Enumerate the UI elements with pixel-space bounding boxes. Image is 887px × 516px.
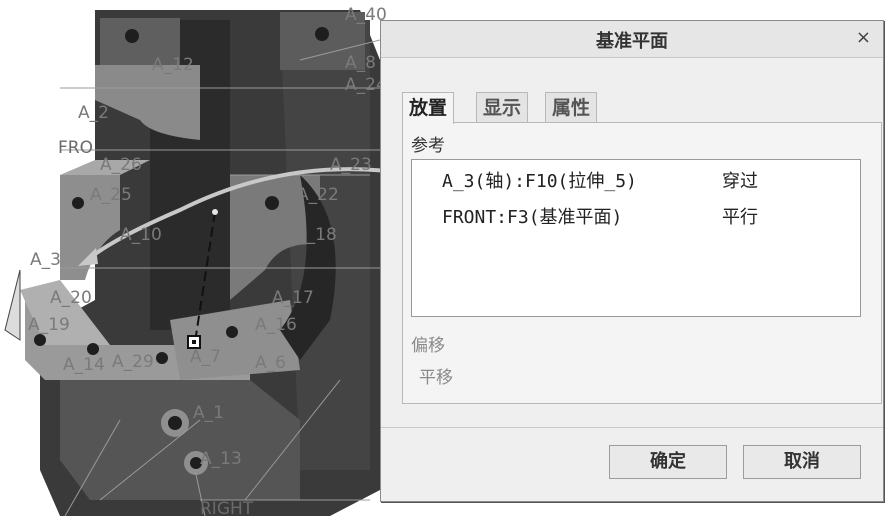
datum-label[interactable]: A_20 bbox=[50, 288, 92, 308]
datum-label[interactable]: RIGHT bbox=[200, 499, 254, 516]
datum-label[interactable]: A_13 bbox=[200, 449, 242, 469]
tab-properties[interactable]: 属性 bbox=[545, 92, 598, 123]
datum-label[interactable]: A_19 bbox=[28, 315, 70, 335]
datum-label[interactable]: A_8 bbox=[345, 53, 376, 73]
datum-plane-dialog: 基准平面 × 放置 显示 属性 参考 A_3(轴):F10(拉伸_5) 穿过 F… bbox=[380, 20, 884, 502]
references-label: 参考 bbox=[411, 136, 445, 156]
datum-label[interactable]: A_12 bbox=[152, 55, 194, 75]
datum-label[interactable]: A_22 bbox=[297, 185, 339, 205]
offset-translation-field[interactable]: 平移 bbox=[419, 363, 453, 388]
ok-button[interactable]: 确定 bbox=[609, 445, 727, 479]
dialog-title: 基准平面 bbox=[596, 31, 668, 52]
datum-label[interactable]: A_25 bbox=[90, 185, 132, 205]
datum-label[interactable]: A_23 bbox=[330, 155, 372, 175]
references-list[interactable]: A_3(轴):F10(拉伸_5) 穿过 FRONT:F3(基准平面) 平行 bbox=[411, 159, 861, 317]
datum-label[interactable]: A_6 bbox=[255, 353, 286, 373]
datum-label[interactable]: A_7 bbox=[190, 347, 221, 367]
dialog-titlebar[interactable]: 基准平面 × bbox=[381, 21, 883, 58]
reference-row[interactable]: FRONT:F3(基准平面) 平行 bbox=[412, 202, 860, 234]
datum-label[interactable]: A_2 bbox=[78, 103, 109, 123]
drag-handle-dot bbox=[192, 340, 196, 344]
datum-label[interactable]: A_14 bbox=[63, 355, 105, 375]
footer-divider bbox=[381, 427, 883, 428]
close-icon[interactable]: × bbox=[856, 27, 871, 48]
tab-display[interactable]: 显示 bbox=[476, 92, 529, 123]
reference-name: FRONT:F3(基准平面) bbox=[442, 207, 623, 228]
reference-constraint-dropdown[interactable]: 穿过 bbox=[722, 166, 758, 198]
reference-constraint-dropdown[interactable]: 平行 bbox=[722, 202, 758, 234]
reference-name: A_3(轴):F10(拉伸_5) bbox=[442, 171, 637, 192]
reference-row[interactable]: A_3(轴):F10(拉伸_5) 穿过 bbox=[412, 166, 860, 198]
datum-label[interactable]: A_3 bbox=[30, 250, 61, 270]
datum-label[interactable]: A_10 bbox=[120, 225, 162, 245]
cancel-button[interactable]: 取消 bbox=[743, 445, 861, 479]
offset-label: 偏移 bbox=[411, 336, 445, 356]
datum-label[interactable]: A_16 bbox=[255, 315, 297, 335]
placement-panel: 参考 A_3(轴):F10(拉伸_5) 穿过 FRONT:F3(基准平面) 平行… bbox=[402, 122, 882, 404]
datum-label[interactable]: A_17 bbox=[272, 288, 314, 308]
axis-point bbox=[212, 209, 218, 215]
datum-label[interactable]: A_29 bbox=[112, 352, 154, 372]
datum-label[interactable]: A_18 bbox=[295, 225, 337, 245]
datum-label[interactable]: A_26 bbox=[100, 155, 142, 175]
datum-label[interactable]: FRO bbox=[58, 138, 93, 158]
datum-label[interactable]: A_1 bbox=[193, 403, 224, 423]
tab-placement[interactable]: 放置 bbox=[402, 92, 455, 124]
